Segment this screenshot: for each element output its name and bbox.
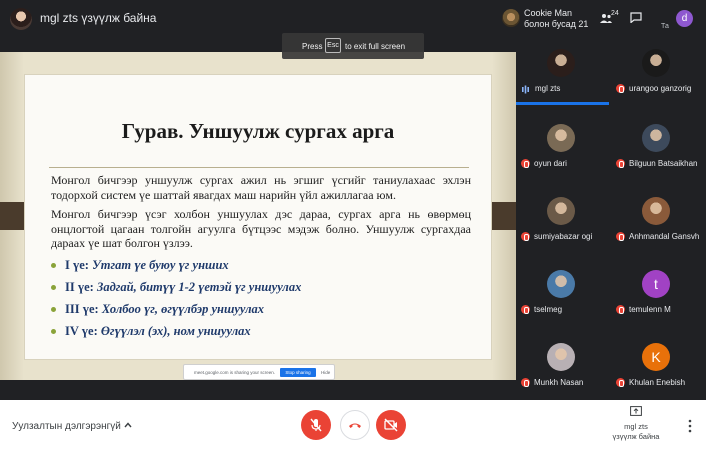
participant-name: temulenn M — [629, 305, 671, 314]
participant-name: Bilguun Batsaikhan — [629, 159, 698, 168]
participant-name: Munkh Nasan — [534, 378, 584, 387]
participants-summary-name: Cookie Man — [524, 8, 573, 18]
bullet-text: Задгай, битүү 1-2 үетэй үг уншуулах — [96, 280, 302, 294]
participant-tile[interactable]: Anhmandal Gansvh — [611, 197, 701, 245]
participant-name: Khulan Enebish — [629, 378, 686, 387]
mic-muted-icon — [521, 232, 530, 241]
slide: Гурав. Уншуулж сургах арга Монгол бичгээ… — [24, 74, 492, 380]
presenting-text: үзүүлж байна — [612, 432, 660, 441]
mic-muted-icon — [616, 232, 625, 241]
bullet-label: I үе: — [65, 258, 89, 272]
hide-share-bar-button[interactable]: Hide — [321, 370, 330, 375]
toast-exit-text: to exit full screen — [345, 42, 406, 51]
participant-name: oyun dari — [534, 159, 567, 168]
mic-muted-icon — [521, 159, 530, 168]
speaking-indicator-icon — [522, 85, 529, 94]
participant-tile[interactable]: Munkh Nasan — [516, 343, 606, 391]
participant-avatar — [642, 124, 670, 152]
present-now-icon[interactable] — [630, 406, 642, 416]
slide-bullet: IV үе: Өгүүлэл (эх), ном уншуулах — [51, 324, 471, 346]
screen-share-bar: meet.google.com is sharing your screen. … — [183, 364, 335, 380]
presenting-name: mgl zts — [624, 422, 648, 431]
participant-tile[interactable]: t temulenn M — [611, 270, 701, 318]
participant-avatar — [547, 270, 575, 298]
mic-off-button[interactable] — [301, 410, 331, 440]
camera-off-icon — [384, 418, 398, 432]
mic-muted-icon — [616, 378, 625, 387]
participant-name: tselmeg — [534, 305, 563, 314]
participant-avatar — [547, 49, 575, 77]
participants-panel: mgl zts urangoo ganzorig oyun dari Bilguun … — [516, 34, 706, 400]
bullet-dot-icon — [51, 285, 56, 290]
mic-muted-icon — [616, 305, 625, 314]
top-bar: mgl zts үзүүлж байна Cookie Man болон бу… — [0, 0, 706, 34]
toast-press-text: Press — [302, 42, 323, 51]
slide-bullet: II үе: Задгай, битүү 1-2 үетэй үг уншуул… — [51, 280, 471, 302]
self-label: Та — [661, 23, 669, 30]
participant-tile[interactable]: mgl zts — [516, 49, 606, 97]
meeting-details-button[interactable]: Уулзалтын дэлгэрэнгүй — [12, 421, 121, 432]
title-divider — [49, 167, 469, 168]
share-bar-text: meet.google.com is sharing your screen. — [194, 370, 276, 375]
participant-tile[interactable]: Bilguun Batsaikhan — [611, 124, 701, 172]
participant-tile[interactable]: sumiyabazar ogi — [516, 197, 606, 245]
cookie-man-avatar[interactable] — [502, 9, 520, 27]
stop-sharing-button[interactable]: Stop sharing — [280, 368, 316, 377]
camera-off-button[interactable] — [376, 410, 406, 440]
active-speaker-indicator — [516, 102, 609, 105]
presenting-status[interactable]: mgl zts үзүүлж байна — [600, 422, 672, 442]
slide-bullet-list: I үе: Утгат үе буюу үг унших II үе: Задг… — [51, 258, 471, 346]
participant-avatar — [642, 197, 670, 225]
slide-title: Гурав. Уншуулж сургах арга — [121, 119, 395, 143]
leave-call-button[interactable] — [340, 410, 370, 440]
bullet-text: Утгат үе буюу үг унших — [92, 258, 229, 272]
participant-tile[interactable]: K Khulan Enebish — [611, 343, 701, 391]
participant-name: urangoo ganzorig — [629, 84, 692, 93]
presentation-stage: Гурав. Уншуулж сургах арга Монгол бичгээ… — [0, 52, 516, 380]
fullscreen-toast: Press Esc to exit full screen — [282, 33, 424, 59]
people-count: 24 — [611, 10, 619, 17]
participant-avatar — [547, 343, 575, 371]
presenter-avatar — [10, 8, 32, 30]
participant-name: Anhmandal Gansvh — [629, 232, 700, 241]
meet-window: mgl zts үзүүлж байна Cookie Man болон бу… — [0, 0, 706, 456]
self-avatar[interactable]: d — [676, 10, 693, 27]
more-options-icon[interactable] — [688, 419, 692, 433]
participant-tile[interactable]: tselmeg — [516, 270, 606, 318]
participant-avatar: K — [642, 343, 670, 371]
participants-summary-others: болон бусад 21 — [524, 19, 589, 29]
participant-name: sumiyabazar ogi — [534, 232, 593, 241]
mic-muted-icon — [616, 84, 625, 93]
participant-avatar: t — [642, 270, 670, 298]
slide-paragraph-2: Монгол бичгээр үсэг холбон уншуулах дэс … — [51, 207, 471, 250]
bullet-text: Өгүүлэл (эх), ном уншуулах — [100, 324, 251, 338]
participant-avatar — [547, 197, 575, 225]
bullet-label: IV үе: — [65, 324, 98, 338]
bullet-dot-icon — [51, 263, 56, 268]
participant-tile[interactable]: urangoo ganzorig — [611, 49, 701, 97]
participant-tile[interactable]: oyun dari — [516, 124, 606, 172]
slide-bullet: I үе: Утгат үе буюу үг унших — [51, 258, 471, 280]
chevron-up-icon[interactable] — [123, 420, 133, 430]
mic-muted-icon — [616, 159, 625, 168]
presenter-title: mgl zts үзүүлж байна — [40, 11, 157, 25]
mic-muted-icon — [521, 378, 530, 387]
mic-off-icon — [310, 418, 322, 432]
esc-key: Esc — [325, 38, 341, 53]
slide-paragraph-1: Монгол бичгээр уншуулж сургах ажил нь эг… — [51, 173, 471, 202]
mic-muted-icon — [521, 305, 530, 314]
bullet-dot-icon — [51, 307, 56, 312]
participant-name: mgl zts — [535, 84, 561, 93]
participant-avatar — [642, 49, 670, 77]
participant-avatar — [547, 124, 575, 152]
chat-icon[interactable] — [630, 12, 642, 23]
participants-summary[interactable]: Cookie Man болон бусад 21 — [524, 8, 588, 30]
bullet-dot-icon — [51, 329, 56, 334]
slide-bullet: III үе: Холбоо үг, өгүүлбэр уншуулах — [51, 302, 471, 324]
bullet-label: II үе: — [65, 280, 94, 294]
bullet-label: III үе: — [65, 302, 99, 316]
bullet-text: Холбоо үг, өгүүлбэр уншуулах — [101, 302, 265, 316]
hang-up-icon — [349, 423, 361, 428]
